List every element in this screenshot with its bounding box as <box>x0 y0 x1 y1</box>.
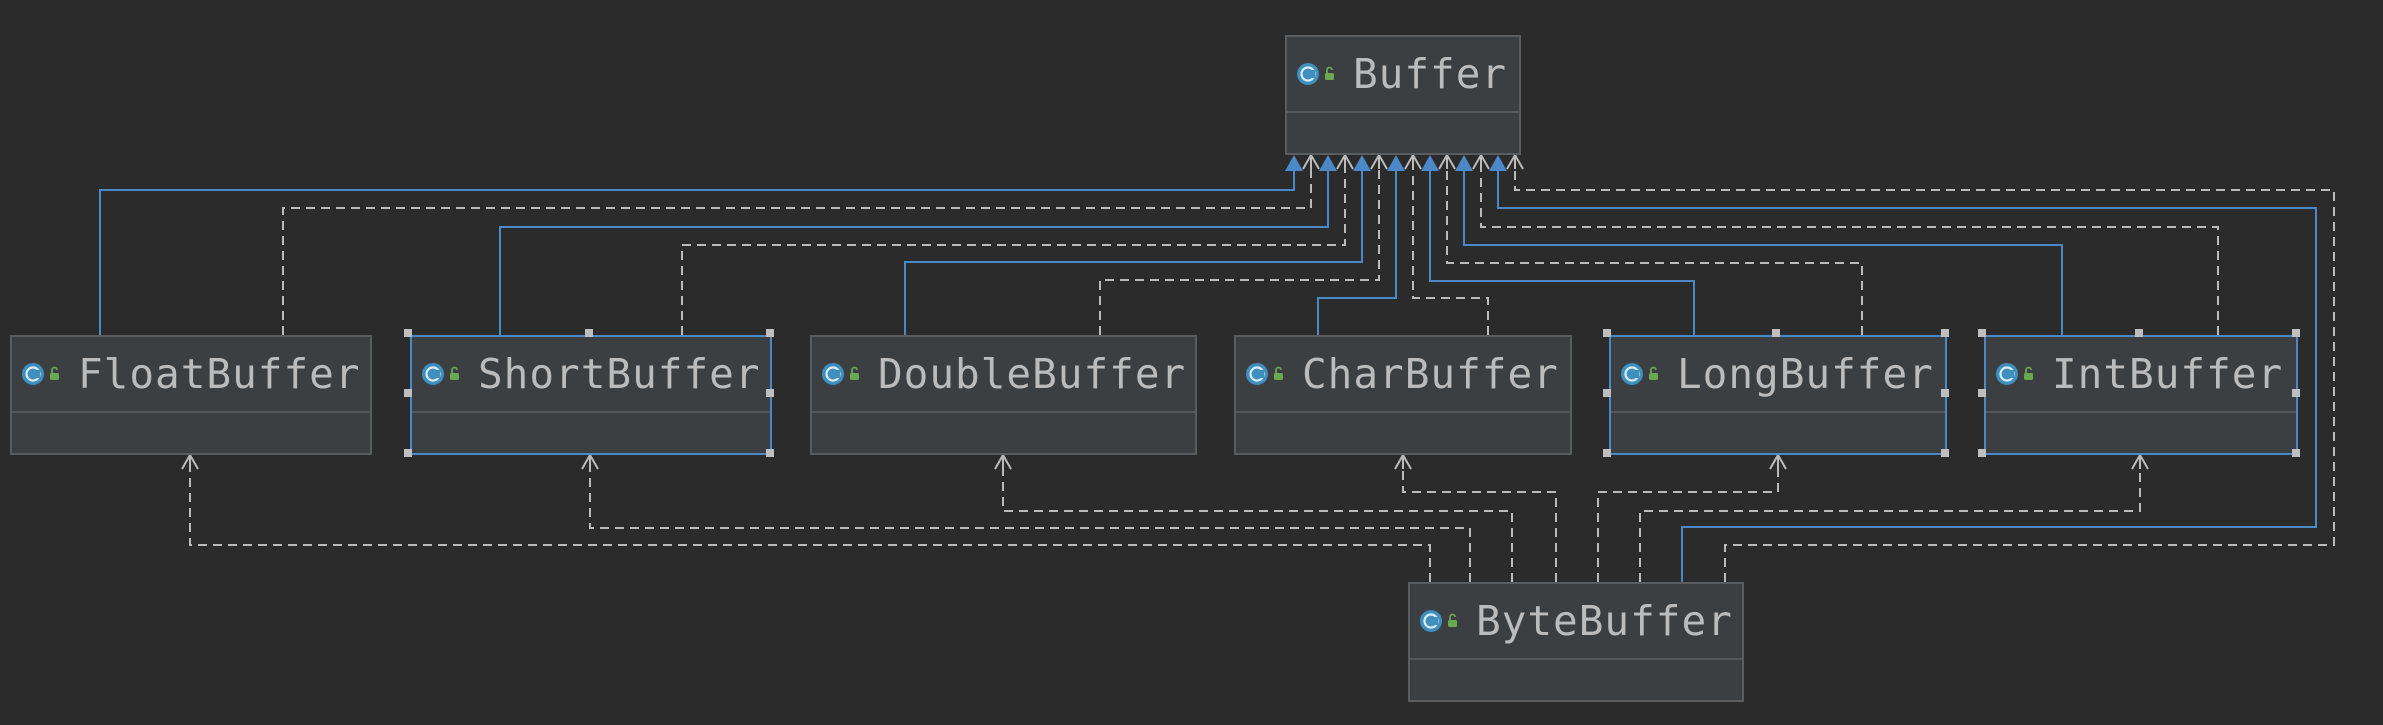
class-name: ByteBuffer <box>1476 597 1733 645</box>
class-members-area <box>12 413 370 453</box>
edge-byte-short-implements <box>581 452 1471 582</box>
class-node-longbuffer[interactable]: LongBuffer <box>1609 335 1947 455</box>
resize-handle[interactable] <box>1978 329 1986 337</box>
class-name: FloatBuffer <box>78 350 361 398</box>
extends-arrowhead <box>1285 155 1303 171</box>
resize-handle[interactable] <box>1941 449 1949 457</box>
class-members-area <box>1986 413 2296 453</box>
class-members-area <box>1236 413 1570 453</box>
class-node-charbuffer[interactable]: CharBuffer <box>1234 335 1572 455</box>
resize-handle[interactable] <box>1772 329 1780 337</box>
extends-arrowhead <box>1353 155 1371 171</box>
resize-handle[interactable] <box>766 389 774 397</box>
class-node-intbuffer[interactable]: IntBuffer <box>1984 335 2298 455</box>
resize-handle[interactable] <box>404 449 412 457</box>
class-node-floatbuffer[interactable]: FloatBuffer <box>10 335 372 455</box>
extends-arrowhead <box>1319 155 1337 171</box>
class-name: IntBuffer <box>2052 350 2284 398</box>
resize-handle[interactable] <box>404 389 412 397</box>
class-members-area <box>812 413 1195 453</box>
extends-arrowhead <box>1387 155 1405 171</box>
class-name: Buffer <box>1353 50 1508 98</box>
class-members-area <box>1410 660 1742 700</box>
resize-handle[interactable] <box>766 329 774 337</box>
class-icon <box>1994 359 2040 389</box>
class-icon <box>820 359 866 389</box>
class-icon <box>20 359 66 389</box>
resize-handle[interactable] <box>585 329 593 337</box>
resize-handle[interactable] <box>1941 389 1949 397</box>
class-icon <box>1295 59 1341 89</box>
edge-byte-float-implements <box>181 452 1431 582</box>
edge-int-buffer-extends <box>1455 155 2063 335</box>
class-icon <box>1619 359 1665 389</box>
class-node-doublebuffer[interactable]: DoubleBuffer <box>810 335 1197 455</box>
resize-handle[interactable] <box>1603 449 1611 457</box>
class-icon <box>420 359 466 389</box>
class-members-area <box>1287 113 1519 153</box>
resize-handle[interactable] <box>766 449 774 457</box>
extends-arrowhead <box>1421 155 1439 171</box>
class-node-shortbuffer[interactable]: ShortBuffer <box>410 335 772 455</box>
class-name: DoubleBuffer <box>878 350 1187 398</box>
class-name: CharBuffer <box>1302 350 1559 398</box>
resize-handle[interactable] <box>2292 329 2300 337</box>
class-icon <box>1244 359 1290 389</box>
class-node-buffer[interactable]: Buffer <box>1285 35 1521 155</box>
resize-handle[interactable] <box>1978 449 1986 457</box>
edge-short-buffer-implements <box>681 152 1354 335</box>
resize-handle[interactable] <box>2292 449 2300 457</box>
edge-byte-int-implements <box>1639 452 2149 582</box>
class-icon <box>1418 606 1464 636</box>
class-name: LongBuffer <box>1677 350 1934 398</box>
class-name: ShortBuffer <box>478 350 761 398</box>
resize-handle[interactable] <box>1603 329 1611 337</box>
class-members-area <box>412 413 770 453</box>
resize-handle[interactable] <box>404 329 412 337</box>
edge-byte-double-implements <box>994 452 1513 582</box>
extends-arrowhead <box>1455 155 1473 171</box>
resize-handle[interactable] <box>2135 329 2143 337</box>
edge-byte-char-implements <box>1394 452 1557 582</box>
resize-handle[interactable] <box>1603 389 1611 397</box>
class-node-bytebuffer[interactable]: ByteBuffer <box>1408 582 1744 702</box>
resize-handle[interactable] <box>1978 389 1986 397</box>
edge-byte-long-implements <box>1597 452 1787 582</box>
class-members-area <box>1611 413 1945 453</box>
resize-handle[interactable] <box>1941 329 1949 337</box>
resize-handle[interactable] <box>2292 389 2300 397</box>
extends-arrowhead <box>1489 155 1507 171</box>
